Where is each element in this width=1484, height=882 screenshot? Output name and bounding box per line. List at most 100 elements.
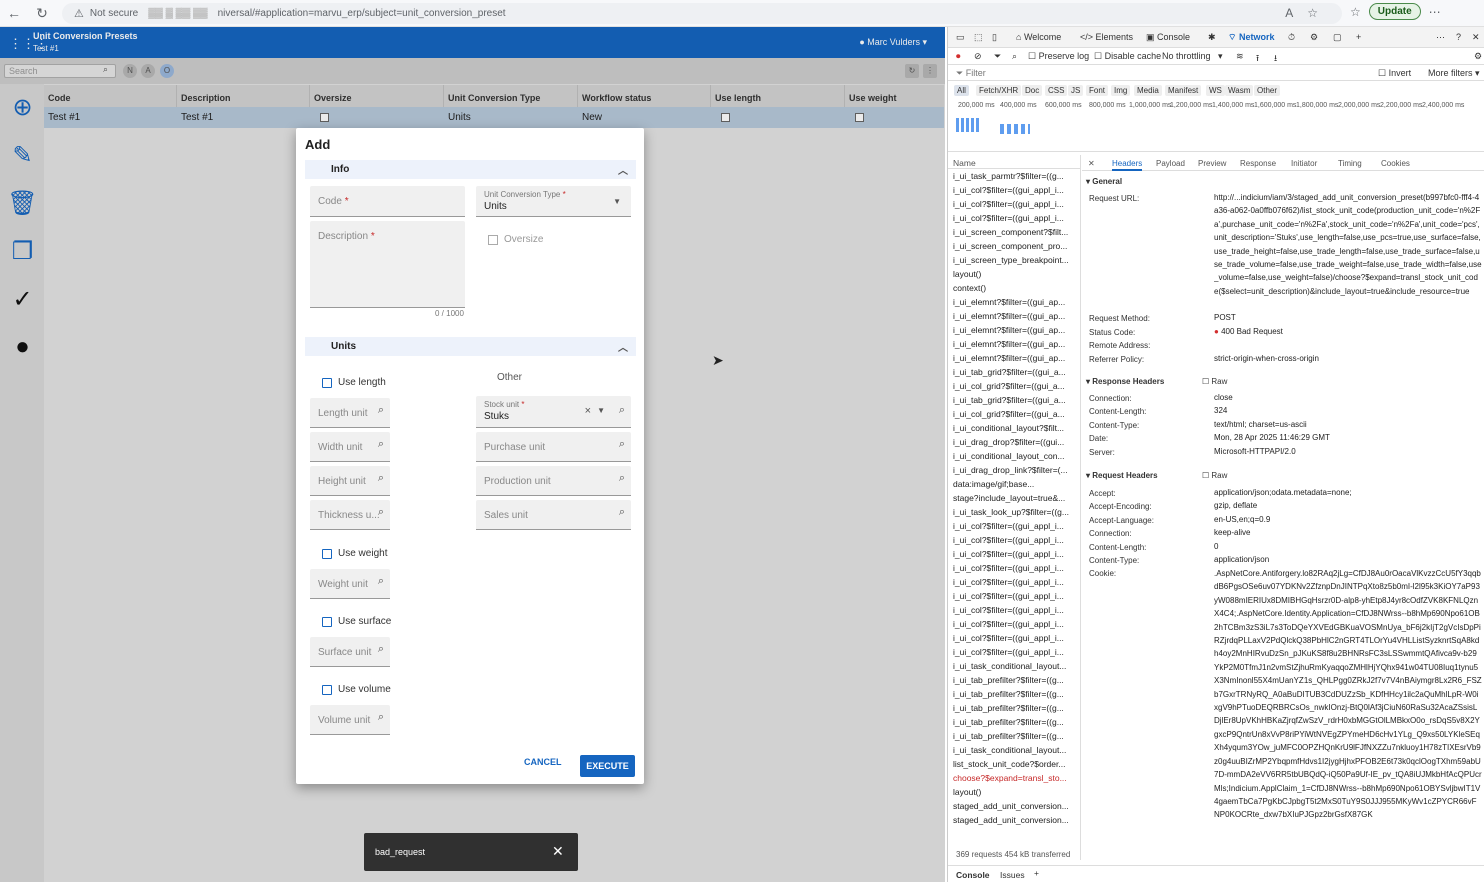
request-row[interactable]: i_ui_tab_prefilter?$filter=((g... (948, 729, 1080, 743)
request-row[interactable]: i_ui_col?$filter=((gui_appl_i... (948, 589, 1080, 603)
code-field[interactable]: Code * (310, 186, 465, 217)
description-field[interactable]: Description * (310, 221, 465, 308)
invert-check[interactable]: ☐ Invert (1378, 68, 1411, 79)
request-headers-section[interactable]: ▾ Request Headers (1086, 471, 1158, 480)
lookup-icon[interactable]: ⌕ (378, 404, 384, 417)
tab-elements[interactable]: </> Elements (1080, 32, 1133, 42)
type-all[interactable]: All (954, 85, 969, 96)
close-icon[interactable]: ✕ (1088, 159, 1095, 168)
settings-gear-icon[interactable]: ⚙ (1310, 32, 1318, 43)
type-other[interactable]: Other (1254, 85, 1281, 96)
lookup-icon[interactable]: ⌕ (619, 438, 625, 451)
filter-icon[interactable]: ⏷ (994, 51, 1001, 62)
close-icon[interactable]: ✕ (552, 843, 564, 860)
request-row[interactable]: i_ui_conditional_layout_con... (948, 449, 1080, 463)
tab-response[interactable]: Response (1240, 159, 1276, 168)
request-row[interactable]: i_ui_conditional_layout?$filt... (948, 421, 1080, 435)
disable-cache-check[interactable]: ☐ Disable cache (1094, 51, 1161, 62)
request-row[interactable]: i_ui_elemnt?$filter=((gui_ap... (948, 323, 1080, 337)
request-row[interactable]: i_ui_screen_component?$filt... (948, 225, 1080, 239)
request-row[interactable]: data:image/gif;base... (948, 477, 1080, 491)
more-filters-button[interactable]: More filters ▾ (1428, 68, 1480, 79)
type-manifest[interactable]: Manifest (1165, 85, 1202, 96)
favorites-icon[interactable]: ☆ (1350, 5, 1361, 19)
request-row[interactable]: i_ui_col?$filter=((gui_appl_i... (948, 533, 1080, 547)
use-surface-check[interactable]: Use surface (322, 616, 391, 627)
request-row[interactable]: i_ui_task_conditional_layout... (948, 743, 1080, 757)
unit-conversion-type-select[interactable]: Unit Conversion Type * Units ▼ (476, 186, 631, 217)
info-section-header[interactable]: Info ︿ (305, 160, 636, 179)
request-row[interactable]: i_ui_task_conditional_layout... (948, 659, 1080, 673)
use-weight-check[interactable]: Use weight (322, 548, 387, 559)
request-row[interactable]: list_stock_unit_code?$order... (948, 757, 1080, 771)
search-icon[interactable]: ⌕ (1012, 51, 1017, 62)
purchase-unit-field[interactable]: Purchase unit ⌕ (476, 432, 631, 462)
lookup-icon[interactable]: ⌕ (378, 506, 384, 519)
type-ws[interactable]: WS (1206, 85, 1225, 96)
request-row[interactable]: i_ui_task_parmtr?$filter=((g... (948, 169, 1080, 183)
type-doc[interactable]: Doc (1022, 85, 1043, 96)
sales-unit-field[interactable]: Sales unit ⌕ (476, 500, 631, 530)
tab-welcome[interactable]: ⌂ Welcome (1016, 32, 1061, 42)
request-row[interactable]: i_ui_col?$filter=((gui_appl_i... (948, 631, 1080, 645)
clear-icon[interactable]: ⊘ (974, 51, 982, 62)
device-icon[interactable]: ▭ (956, 32, 965, 43)
preserve-log-check[interactable]: ☐ Preserve log (1028, 51, 1089, 62)
drawer-tab-issues[interactable]: Issues (1000, 870, 1025, 880)
bug-icon[interactable]: ✱ (1208, 32, 1216, 43)
use-volume-check[interactable]: Use volume (322, 684, 391, 695)
request-row[interactable]: choose?$expand=transl_sto... (948, 771, 1080, 785)
request-row[interactable]: i_ui_task_look_up?$filter=((g... (948, 505, 1080, 519)
request-row[interactable]: i_ui_col?$filter=((gui_appl_i... (948, 547, 1080, 561)
lookup-icon[interactable]: ⌕ (378, 575, 384, 588)
volume-unit-field[interactable]: Volume unit ⌕ (310, 705, 390, 735)
request-row[interactable]: i_ui_tab_prefilter?$filter=((g... (948, 701, 1080, 715)
type-css[interactable]: CSS (1045, 85, 1068, 96)
tab-console[interactable]: ▣ Console (1146, 32, 1190, 43)
request-row[interactable]: staged_add_unit_conversion... (948, 813, 1080, 827)
request-row[interactable]: i_ui_drag_drop_link?$filter=(... (948, 463, 1080, 477)
request-row[interactable]: i_ui_tab_grid?$filter=((gui_a... (948, 393, 1080, 407)
inspect-icon[interactable]: ⬚ (974, 32, 983, 43)
lookup-icon[interactable]: ⌕ (378, 711, 384, 724)
tab-network[interactable]: ⌔ Network (1228, 32, 1274, 43)
response-headers-section[interactable]: ▾ Response Headers (1086, 377, 1164, 386)
more-icon[interactable]: ⋯ (1436, 32, 1445, 43)
request-row[interactable]: i_ui_col?$filter=((gui_appl_i... (948, 197, 1080, 211)
width-unit-field[interactable]: Width unit ⌕ (310, 432, 390, 462)
performance-icon[interactable]: ⏱ (1288, 32, 1295, 43)
request-row[interactable]: i_ui_col_grid?$filter=((gui_a... (948, 379, 1080, 393)
tab-payload[interactable]: Payload (1156, 159, 1185, 168)
request-row[interactable]: i_ui_tab_grid?$filter=((gui_a... (948, 365, 1080, 379)
type-js[interactable]: JS (1068, 85, 1084, 96)
network-timeline[interactable]: 200,000 ms 400,000 ms 600,000 ms 800,000… (948, 100, 1484, 152)
request-row[interactable]: i_ui_col?$filter=((gui_appl_i... (948, 183, 1080, 197)
lookup-icon[interactable]: ⌕ (619, 404, 625, 417)
dropdown-arrow-icon[interactable]: ▼ (597, 406, 605, 415)
type-wasm[interactable]: Wasm (1225, 85, 1254, 96)
raw-check[interactable]: ☐ Raw (1202, 471, 1227, 480)
request-row[interactable]: i_ui_tab_prefilter?$filter=((g... (948, 673, 1080, 687)
lookup-icon[interactable]: ⌕ (378, 643, 384, 656)
close-devtools-icon[interactable]: ✕ (1472, 32, 1480, 43)
tab-cookies[interactable]: Cookies (1381, 159, 1410, 168)
length-unit-field[interactable]: Length unit ⌕ (310, 398, 390, 428)
request-row[interactable]: i_ui_drag_drop?$filter=((gui... (948, 435, 1080, 449)
request-row[interactable]: i_ui_elemnt?$filter=((gui_ap... (948, 309, 1080, 323)
request-row[interactable]: i_ui_elemnt?$filter=((gui_ap... (948, 351, 1080, 365)
thickness-unit-field[interactable]: Thickness u... ⌕ (310, 500, 390, 530)
reload-icon[interactable]: ↻ (28, 5, 56, 22)
application-icon[interactable]: ▢ (1333, 32, 1342, 43)
use-length-check[interactable]: Use length (322, 377, 386, 388)
cancel-button[interactable]: CANCEL (524, 757, 562, 767)
help-icon[interactable]: ? (1456, 32, 1461, 42)
units-section-header[interactable]: Units ︿ (305, 337, 636, 356)
execute-button[interactable]: EXECUTE (580, 755, 635, 777)
request-row[interactable]: i_ui_col?$filter=((gui_appl_i... (948, 617, 1080, 631)
type-fetch[interactable]: Fetch/XHR (976, 85, 1022, 96)
request-row[interactable]: context() (948, 281, 1080, 295)
back-icon[interactable]: ← (0, 5, 28, 21)
request-row[interactable]: i_ui_tab_prefilter?$filter=((g... (948, 715, 1080, 729)
lookup-icon[interactable]: ⌕ (378, 438, 384, 451)
surface-unit-field[interactable]: Surface unit ⌕ (310, 637, 390, 667)
